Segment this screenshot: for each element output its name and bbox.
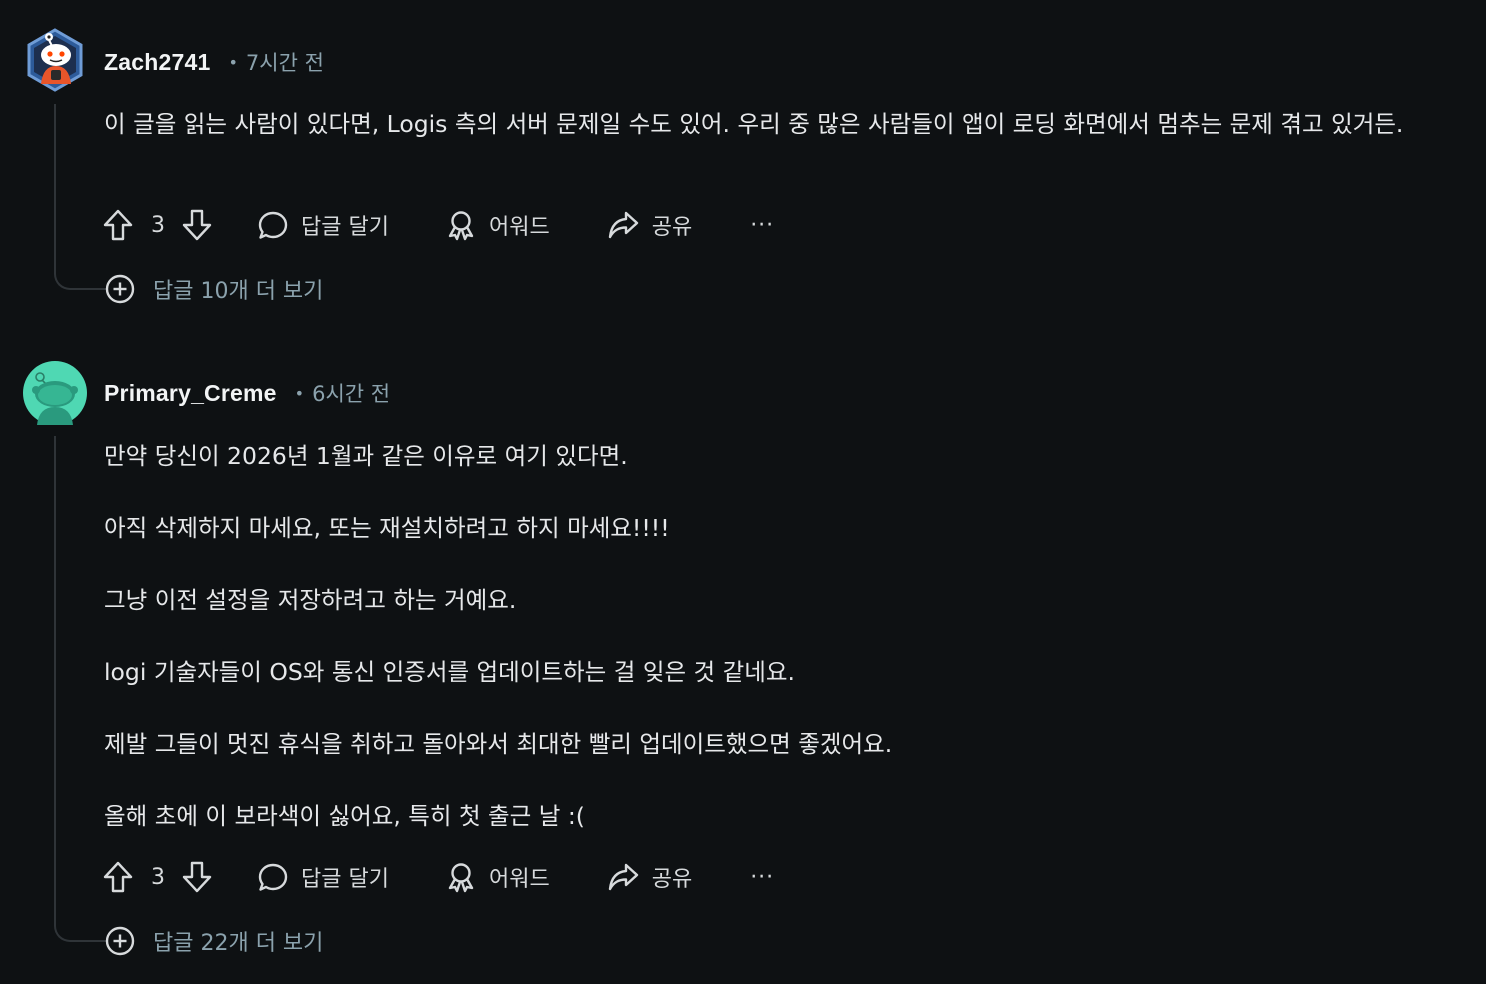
comment-body: 만약 당신이 2026년 1월과 같은 이유로 여기 있다면. 아직 삭제하지 … [104,437,1464,836]
reply-button[interactable]: 답글 달기 [257,861,389,893]
comment-header: Zach2741 • 7시간 전 [104,46,324,78]
snoo-avatar-icon [23,361,87,425]
share-label: 공유 [651,215,693,240]
comment-paragraph: logi 기술자들이 OS와 통신 인증서를 업데이트하는 걸 잊은 것 같네요… [104,658,795,686]
comment-body: 이 글을 읽는 사람이 있다면, Logis 측의 서버 문제일 수도 있어. … [104,105,1464,144]
upvote-button[interactable] [102,860,134,894]
comment-actions: 3 답글 달기 어워드 공유 ··· [102,205,774,245]
award-button[interactable]: 어워드 [445,209,550,241]
timestamp[interactable]: 6시간 전 [312,378,390,408]
upvote-icon [103,209,133,241]
comment-paragraph: 이 글을 읽는 사람이 있다면, Logis 측의 서버 문제일 수도 있어. … [104,110,1404,138]
thread-line[interactable] [54,436,56,916]
share-icon [608,863,638,891]
award-icon [448,211,474,241]
more-replies-button[interactable]: 답글 10개 더 보기 [104,272,323,306]
comment-paragraph: 그냥 이전 설정을 저장하려고 하는 거예요. [104,586,517,614]
separator-dot: • [294,383,305,403]
downvote-icon [182,209,212,241]
comment-paragraph: 올해 초에 이 보라색이 싫어요, 특히 첫 출근 날 :( [104,802,585,830]
comment-paragraph: 아직 삭제하지 마세요, 또는 재설치하려고 하지 마세요!!!! [104,514,670,542]
thread-line[interactable] [54,104,56,264]
award-label: 어워드 [488,215,550,240]
more-replies-label: 답글 10개 더 보기 [153,279,324,304]
comment-bubble-icon [258,863,288,891]
timestamp[interactable]: 7시간 전 [246,47,324,77]
avatar[interactable] [23,361,87,425]
comment-bubble-icon [258,211,288,239]
downvote-button[interactable] [181,208,213,242]
more-options-button[interactable]: ··· [750,213,774,238]
downvote-icon [182,861,212,893]
comment-paragraph: 제발 그들이 멋진 휴식을 취하고 돌아와서 최대한 빨리 업데이트했으면 좋겠… [104,730,893,758]
award-icon [448,863,474,893]
thread-connector [54,914,108,942]
comment-header: Primary_Creme • 6시간 전 [104,377,390,409]
share-button[interactable]: 공유 [606,861,692,893]
share-button[interactable]: 공유 [606,209,692,241]
more-options-icon: ··· [750,864,775,890]
award-button[interactable]: 어워드 [445,861,550,893]
comment-actions: 3 답글 달기 어워드 공유 ··· [102,857,774,897]
share-icon [608,211,638,239]
reply-label: 답글 달기 [301,215,389,240]
downvote-button[interactable] [181,860,213,894]
award-label: 어워드 [488,867,550,892]
more-replies-button[interactable]: 답글 22개 더 보기 [104,924,323,958]
avatar[interactable] [23,28,87,92]
share-label: 공유 [651,867,693,892]
username[interactable]: Zach2741 [104,49,210,76]
snoo-avatar-icon [27,28,83,92]
upvote-icon [103,861,133,893]
comment-paragraph: 만약 당신이 2026년 1월과 같은 이유로 여기 있다면. [104,442,628,470]
plus-circle-icon [105,274,135,304]
plus-circle-icon [105,926,135,956]
separator-dot: • [228,52,238,72]
upvote-button[interactable] [102,208,134,242]
reply-button[interactable]: 답글 달기 [257,209,389,241]
vote-count: 3 [151,864,165,890]
vote-count: 3 [151,212,165,238]
more-options-icon: ··· [750,212,775,238]
thread-connector [54,262,108,290]
reply-label: 답글 달기 [301,867,389,892]
more-replies-label: 답글 22개 더 보기 [153,931,324,956]
username[interactable]: Primary_Creme [104,380,277,407]
more-options-button[interactable]: ··· [750,865,774,890]
